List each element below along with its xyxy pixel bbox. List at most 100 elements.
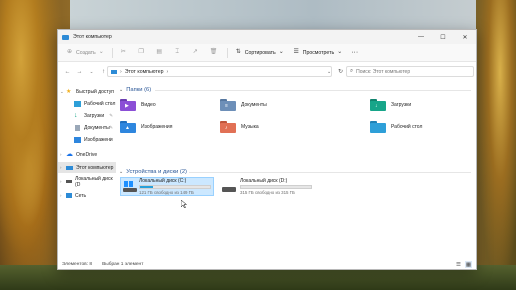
share-button[interactable]: ↗ (188, 46, 206, 60)
content-pane: ⌄ Папки (6) ▶ Видео ≡ Документы ↓ Загруз… (117, 82, 476, 257)
scissors-icon: ✂ (120, 49, 126, 55)
delete-button[interactable]: 🗑 (206, 46, 224, 60)
sidebar-item-label: Быстрый доступ (76, 88, 114, 95)
sidebar-item-network[interactable]: › Сеть (58, 190, 116, 201)
sidebar-item-documents[interactable]: Документы ✎ (58, 122, 116, 133)
rename-icon: ⌶ (175, 49, 180, 55)
create-button[interactable]: ⊕ Создать ⌄ (62, 46, 109, 60)
view-label: Просмотреть (302, 49, 335, 56)
rename-button[interactable]: ⌶ (170, 46, 188, 60)
sort-button[interactable]: ⇅ Сортировать ⌄ (231, 46, 289, 60)
folder-documents[interactable]: ≡ Документы (220, 97, 310, 113)
search-icon: ⌕ (350, 68, 354, 74)
videos-folder-icon: ▶ (120, 99, 136, 111)
navigation-pane: ⌄ ★ Быстрый доступ Рабочий стол ✎ ↓ Загр… (58, 82, 116, 257)
pictures-folder-icon: ▲ (120, 121, 136, 133)
close-button[interactable]: ✕ (454, 30, 476, 44)
folders-group-header[interactable]: ⌄ Папки (6) (119, 85, 151, 94)
network-icon (66, 193, 72, 198)
sort-icon: ⇅ (235, 49, 241, 55)
back-button[interactable]: ← (62, 66, 73, 77)
clipboard-icon: ▤ (156, 49, 163, 55)
drive-label: Локальный диск (D:) (240, 178, 288, 185)
item-count: Элементов: 8 (62, 262, 93, 267)
documents-folder-icon: ≡ (220, 99, 236, 111)
minimize-button[interactable]: — (410, 30, 432, 44)
group-divider (155, 90, 471, 91)
drive-d[interactable]: Локальный диск (D:) 315 ГБ свободно из 3… (220, 177, 314, 196)
this-pc-icon (66, 165, 73, 170)
folder-videos[interactable]: ▶ Видео (120, 97, 210, 113)
maximize-button[interactable]: ☐ (432, 30, 454, 44)
drive-usage-bar (240, 185, 312, 189)
folder-downloads[interactable]: ↓ Загрузки (370, 97, 460, 113)
window-controls: — ☐ ✕ (410, 30, 476, 44)
chevron-down-icon: ⌄ (119, 86, 124, 93)
search-input[interactable]: ⌕ Поиск: Этот компьютер (346, 66, 474, 77)
chevron-right-icon: › (120, 68, 122, 75)
paste-button[interactable]: ▤ (152, 46, 170, 60)
cut-button[interactable]: ✂ (116, 46, 134, 60)
title-bar[interactable]: Этот компьютер — ☐ ✕ (58, 30, 476, 44)
sidebar-item-downloads[interactable]: ↓ Загрузки ✎ (58, 110, 116, 121)
downloads-folder-icon: ↓ (370, 99, 386, 111)
address-path: Этот компьютер (124, 68, 164, 75)
star-icon: ★ (66, 88, 72, 95)
folder-label: Изображения (141, 124, 173, 130)
drive-c[interactable]: Локальный диск (C:) 121 ГБ свободно из 1… (120, 177, 214, 196)
sidebar-item-label: Загрузки (84, 112, 105, 119)
folder-pictures[interactable]: ▲ Изображения (120, 119, 210, 135)
address-dropdown-button[interactable]: ⌄ (327, 66, 335, 77)
tiles-view-button[interactable]: ▦ (465, 261, 472, 268)
cloud-icon: ☁ (66, 150, 73, 158)
document-icon (75, 124, 80, 131)
details-view-button[interactable]: ☰ (455, 261, 462, 268)
download-icon: ↓ (74, 111, 78, 119)
more-options-button[interactable]: ··· (347, 46, 362, 60)
drive-free-space: 121 ГБ свободно из 149 ГБ (139, 189, 194, 195)
pin-icon: ✎ (109, 112, 113, 118)
sort-label: Сортировать (244, 49, 276, 56)
view-button[interactable]: ☰ Просмотреть ⌄ (289, 46, 347, 60)
sidebar-item-local-disk-d[interactable]: › Локальный диск (D (58, 175, 116, 188)
sidebar-item-label: Локальный диск (D (75, 175, 113, 188)
folder-music[interactable]: ♪ Музыка (220, 119, 310, 135)
copy-button[interactable]: ❐ (134, 46, 152, 60)
drive-free-space: 315 ГБ свободно из 315 ГБ (240, 189, 295, 195)
divider (111, 47, 113, 58)
address-bar[interactable]: › Этот компьютер › (107, 66, 332, 77)
wallpaper-sky (70, 0, 476, 32)
sidebar-item-desktop[interactable]: Рабочий стол ✎ (58, 98, 116, 109)
divider (226, 47, 228, 58)
drive-usage-fill (140, 186, 154, 188)
view-icon: ☰ (293, 49, 299, 55)
this-pc-icon (62, 34, 69, 40)
sidebar-item-label: Сеть (75, 192, 87, 199)
selection-count: Выбран 1 элемент (102, 262, 144, 267)
status-bar: Элементов: 8 Выбран 1 элемент ☰ ▦ (58, 259, 476, 270)
recent-locations-button[interactable]: ⌄ (86, 66, 97, 77)
drives-header-label: Устройства и диски (2) (126, 168, 187, 175)
copy-icon: ❐ (138, 49, 144, 55)
address-row: ← → ⌄ ↑ › Этот компьютер › ⌄ ↻ ⌕ Поиск: … (58, 63, 476, 80)
search-placeholder: Поиск: Этот компьютер (356, 68, 411, 75)
sidebar-item-label: OneDrive (76, 151, 98, 158)
share-icon: ↗ (192, 49, 198, 55)
chevron-down-icon: ⌄ (98, 49, 104, 55)
trash-icon: 🗑 (209, 49, 218, 55)
wallpaper-tree-right (476, 0, 516, 290)
forward-button[interactable]: → (74, 66, 85, 77)
sidebar-item-onedrive[interactable]: › ☁ OneDrive (58, 149, 116, 160)
command-bar: ⊕ Создать ⌄ ✂ ❐ ▤ ⌶ ↗ 🗑 ⇅ Сортировать ⌄ … (58, 44, 476, 62)
sidebar-item-this-pc[interactable]: › Этот компьютер (58, 162, 116, 173)
drive-usage-bar (139, 185, 211, 189)
folders-header-label: Папки (6) (126, 86, 152, 93)
drive-icon (65, 180, 73, 183)
sidebar-item-quick-access[interactable]: ⌄ ★ Быстрый доступ (58, 86, 116, 97)
window-title: Этот компьютер (73, 34, 112, 40)
drives-group-header[interactable]: ⌄ Устройства и диски (2) (119, 167, 187, 176)
folder-label: Музыка (241, 124, 259, 130)
sidebar-item-pictures[interactable]: Изображени ✎ (58, 134, 116, 145)
chevron-down-icon: ⌄ (119, 168, 124, 175)
folder-desktop[interactable]: Рабочий стол (370, 119, 460, 135)
